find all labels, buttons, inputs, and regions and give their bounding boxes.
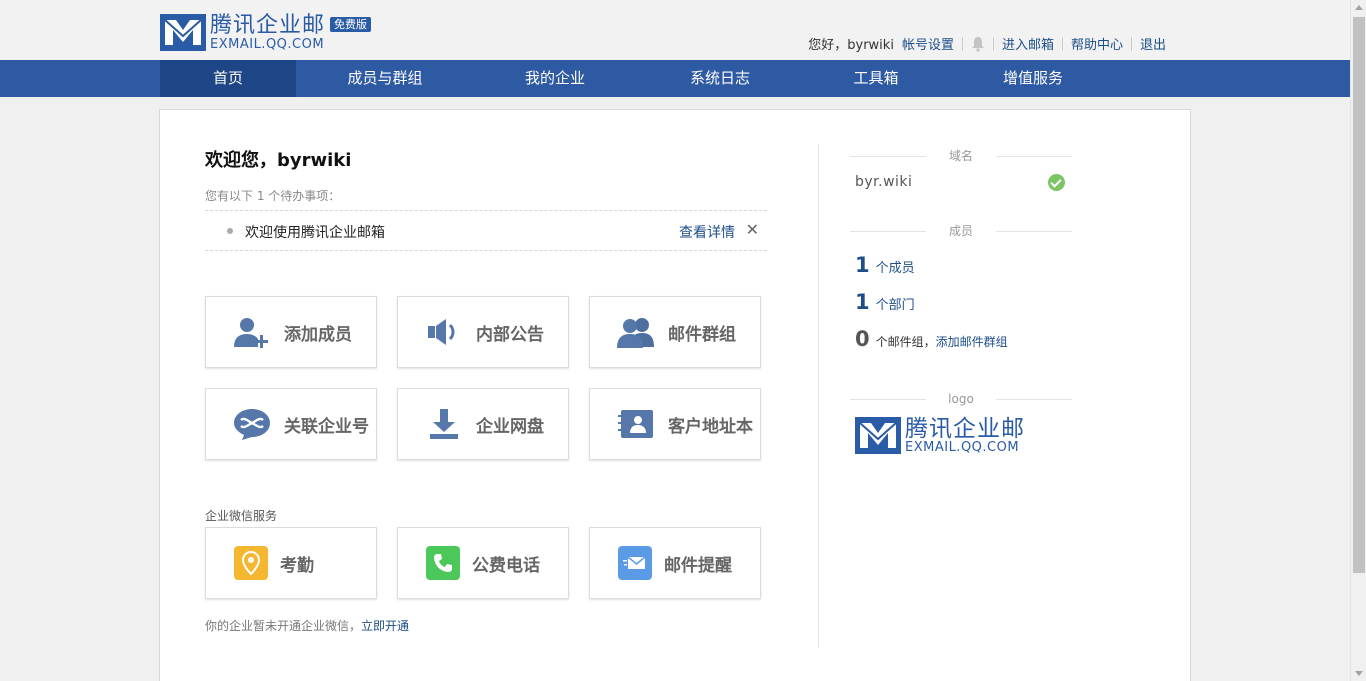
location-pin-icon xyxy=(234,546,268,580)
nav-members-groups[interactable]: 成员与群组 xyxy=(296,60,474,97)
bell-icon[interactable] xyxy=(971,36,985,52)
brand-name: 腾讯企业邮 xyxy=(905,416,1025,442)
close-icon[interactable]: ✕ xyxy=(746,220,759,239)
domain-section-title: 域名 xyxy=(850,146,1072,166)
main-nav: 首页 成员与群组 我的企业 系统日志 工具箱 增值服务 xyxy=(0,60,1350,97)
brand-name: 腾讯企业邮 xyxy=(210,13,326,38)
address-book-label: 客户地址本 xyxy=(668,416,753,437)
nav-value-added-services[interactable]: 增值服务 xyxy=(948,60,1118,97)
domain-name: byr.wiki xyxy=(855,174,913,190)
page-scrollbar[interactable] xyxy=(1350,0,1366,681)
nav-my-enterprise[interactable]: 我的企业 xyxy=(474,60,636,97)
column-divider xyxy=(818,144,819,648)
account-settings-link[interactable]: 帐号设置 xyxy=(902,34,954,53)
brand-logo-icon xyxy=(855,417,901,454)
add-member-button[interactable]: 添加成员 xyxy=(205,296,377,368)
nav-toolbox[interactable]: 工具箱 xyxy=(804,60,948,97)
todo-hint: 您有以下 1 个待办事项： xyxy=(205,189,341,203)
scroll-down-icon[interactable] xyxy=(1355,671,1363,676)
mail-group-button[interactable]: 邮件群组 xyxy=(589,296,761,368)
brand-domain: EXMAIL.QQ.COM xyxy=(210,37,325,52)
wechat-section-title: 企业微信服务 xyxy=(205,509,278,523)
welcome-title: 欢迎您，byrwiki xyxy=(205,150,352,171)
brand-logo[interactable]: 腾讯企业邮 EXMAIL.QQ.COM 免费版 xyxy=(160,13,372,52)
download-icon xyxy=(424,407,464,441)
mail-group-label: 邮件群组 xyxy=(668,324,736,345)
wechat-note-text: 你的企业暂未开通企业微信， xyxy=(205,619,362,633)
divider xyxy=(1130,36,1132,51)
link-icon xyxy=(232,407,272,441)
members-section-title: 成员 xyxy=(850,221,1072,241)
attendance-label: 考勤 xyxy=(280,555,314,576)
announcement-label: 内部公告 xyxy=(476,324,544,345)
member-count-stat[interactable]: 1 个成员 xyxy=(855,253,915,277)
todo-item: 欢迎使用腾讯企业邮箱 查看详情 ✕ xyxy=(205,210,767,251)
brand-logo-icon xyxy=(160,14,206,51)
speaker-icon xyxy=(424,315,464,349)
mail-reminder-label: 邮件提醒 xyxy=(664,555,732,576)
bullet-icon xyxy=(227,228,233,234)
mail-group-count: 0 xyxy=(855,327,870,351)
add-mail-group-link[interactable]: 添加邮件群组 xyxy=(936,333,1008,350)
activate-wechat-link[interactable]: 立即开通 xyxy=(361,619,409,633)
mail-group-count-stat: 0 个邮件组， 添加邮件群组 xyxy=(855,327,1008,351)
dashboard-panel: 欢迎您，byrwiki 您有以下 1 个待办事项： 欢迎使用腾讯企业邮箱 查看详… xyxy=(159,109,1191,681)
scroll-up-icon[interactable] xyxy=(1355,5,1363,10)
public-phone-button[interactable]: 公费电话 xyxy=(397,527,569,599)
link-enterprise-label: 关联企业号 xyxy=(284,416,369,437)
wechat-note: 你的企业暂未开通企业微信，立即开通 xyxy=(205,617,409,634)
todo-text: 欢迎使用腾讯企业邮箱 xyxy=(245,225,385,241)
nav-system-log[interactable]: 系统日志 xyxy=(636,60,804,97)
member-count: 1 xyxy=(855,253,870,277)
attendance-button[interactable]: 考勤 xyxy=(205,527,377,599)
group-icon xyxy=(616,315,656,349)
add-member-label: 添加成员 xyxy=(284,324,352,345)
cloud-drive-label: 企业网盘 xyxy=(476,416,544,437)
edition-badge: 免费版 xyxy=(330,17,372,32)
cloud-drive-button[interactable]: 企业网盘 xyxy=(397,388,569,460)
nav-home[interactable]: 首页 xyxy=(160,60,296,97)
view-details-link[interactable]: 查看详情 xyxy=(679,222,735,242)
scrollbar-thumb[interactable] xyxy=(1353,17,1365,573)
mail-group-count-label: 个邮件组， xyxy=(875,335,936,349)
department-count-stat[interactable]: 1 个部门 xyxy=(855,290,915,314)
user-nav: 您好，byrwiki 帐号设置 进入邮箱 帮助中心 退出 xyxy=(808,34,1166,53)
divider xyxy=(961,36,963,51)
divider xyxy=(992,36,994,51)
greeting: 您好，byrwiki xyxy=(808,38,894,53)
contact-book-icon xyxy=(616,407,656,441)
verified-check-icon xyxy=(1048,174,1065,191)
address-book-button[interactable]: 客户地址本 xyxy=(589,388,761,460)
add-user-icon xyxy=(232,315,272,349)
link-enterprise-button[interactable]: 关联企业号 xyxy=(205,388,377,460)
help-center-link[interactable]: 帮助中心 xyxy=(1071,34,1123,53)
phone-icon xyxy=(426,546,460,580)
member-count-label: 个成员 xyxy=(875,261,915,276)
announcement-button[interactable]: 内部公告 xyxy=(397,296,569,368)
divider xyxy=(1061,36,1063,51)
top-header: 腾讯企业邮 EXMAIL.QQ.COM 免费版 您好，byrwiki 帐号设置 … xyxy=(0,0,1350,60)
department-count: 1 xyxy=(855,290,870,314)
enter-mailbox-link[interactable]: 进入邮箱 xyxy=(1002,34,1054,53)
logo-section-title: logo xyxy=(850,389,1072,409)
enterprise-logo: 腾讯企业邮 EXMAIL.QQ.COM xyxy=(855,417,1025,455)
mail-reminder-button[interactable]: 邮件提醒 xyxy=(589,527,761,599)
logout-link[interactable]: 退出 xyxy=(1140,34,1166,53)
public-phone-label: 公费电话 xyxy=(472,555,540,576)
mail-icon xyxy=(618,546,652,580)
brand-domain: EXMAIL.QQ.COM xyxy=(905,440,1020,455)
department-count-label: 个部门 xyxy=(875,298,915,313)
